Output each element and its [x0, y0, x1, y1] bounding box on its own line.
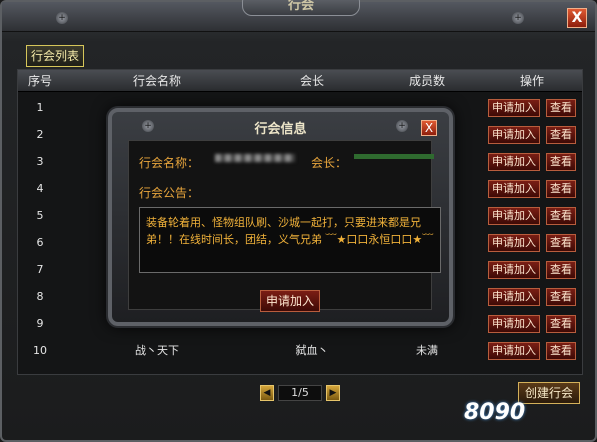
row-index: 6: [36, 236, 44, 249]
notice-label: 行会公告：: [139, 186, 200, 200]
table-header: 序号 行会名称 会长 成员数 操作: [18, 70, 582, 92]
view-button[interactable]: 查看: [546, 99, 576, 117]
apply-button[interactable]: 申请加入: [488, 315, 540, 333]
title-bar[interactable]: 行会 + + X: [2, 0, 595, 32]
dialog-title: 行会信息: [254, 122, 307, 137]
row-index: 10: [33, 344, 47, 357]
view-button[interactable]: 查看: [546, 126, 576, 144]
apply-button[interactable]: 申请加入: [488, 261, 540, 279]
window-title: 行会: [242, 0, 360, 16]
header-guild-name: 行会名称: [132, 74, 181, 88]
view-button[interactable]: 查看: [546, 261, 576, 279]
apply-button[interactable]: 申请加入: [488, 207, 540, 225]
row-index: 2: [36, 128, 44, 141]
apply-button[interactable]: 申请加入: [488, 180, 540, 198]
next-page-button[interactable]: ▶: [326, 385, 340, 401]
rivet-icon: +: [56, 12, 68, 24]
view-button[interactable]: 查看: [546, 342, 576, 360]
row-index: 3: [36, 155, 44, 168]
row-index: 9: [36, 317, 44, 330]
row-guild-name: 战丶天下: [135, 344, 179, 357]
row-index: 8: [36, 290, 44, 303]
leader-value-bar: [354, 154, 434, 159]
dialog-content: 行会名称： 会长： 行会公告： 装备轮着用、怪物组队刷、沙城一起打，只要进来都是…: [128, 140, 441, 310]
close-button[interactable]: X: [567, 8, 587, 28]
row-index: 7: [36, 263, 44, 276]
site-logo: 8090: [464, 400, 526, 425]
pager: ◀ 1/5 ▶: [260, 385, 340, 401]
dialog-apply-button[interactable]: 申请加入: [260, 290, 320, 312]
tab-guild-list[interactable]: 行会列表: [26, 45, 84, 67]
guild-info-line: 行会名称： 会长：: [139, 154, 439, 172]
view-button[interactable]: 查看: [546, 180, 576, 198]
row-index: 5: [36, 209, 44, 222]
view-button[interactable]: 查看: [546, 288, 576, 306]
row-index: 1: [36, 101, 44, 114]
apply-button[interactable]: 申请加入: [488, 234, 540, 252]
apply-button[interactable]: 申请加入: [488, 153, 540, 171]
notice-text: 装备轮着用、怪物组队刷、沙城一起打，只要进来都是兄弟！！在线时间长，团结，义气兄…: [139, 207, 441, 273]
guild-name-label: 行会名称：: [139, 156, 200, 170]
apply-button[interactable]: 申请加入: [488, 342, 540, 360]
view-button[interactable]: 查看: [546, 234, 576, 252]
leader-label: 会长：: [311, 156, 348, 170]
view-button[interactable]: 查看: [546, 153, 576, 171]
page-indicator: 1/5: [278, 385, 322, 401]
apply-button[interactable]: 申请加入: [488, 288, 540, 306]
rivet-icon: +: [512, 12, 524, 24]
row-members: 未满: [416, 344, 438, 357]
view-button[interactable]: 查看: [546, 207, 576, 225]
apply-button[interactable]: 申请加入: [488, 126, 540, 144]
prev-page-button[interactable]: ◀: [260, 385, 274, 401]
view-button[interactable]: 查看: [546, 315, 576, 333]
header-members: 成员数: [408, 74, 445, 88]
dialog-close-button[interactable]: X: [421, 120, 437, 136]
header-index: 序号: [27, 74, 52, 88]
header-actions: 操作: [519, 74, 544, 88]
guild-info-dialog: + + 行会信息 X 行会名称： 会长： 行会公告： 装备轮着用、怪物组队刷、沙…: [108, 108, 453, 326]
guild-name-value-blurred: [215, 154, 295, 162]
row-index: 4: [36, 182, 44, 195]
apply-button[interactable]: 申请加入: [488, 99, 540, 117]
row-leader: 弑血丶: [295, 344, 329, 357]
header-leader: 会长: [299, 74, 324, 88]
table-row[interactable]: 10 战丶天下 弑血丶 未满 申请加入 查看: [18, 337, 582, 364]
